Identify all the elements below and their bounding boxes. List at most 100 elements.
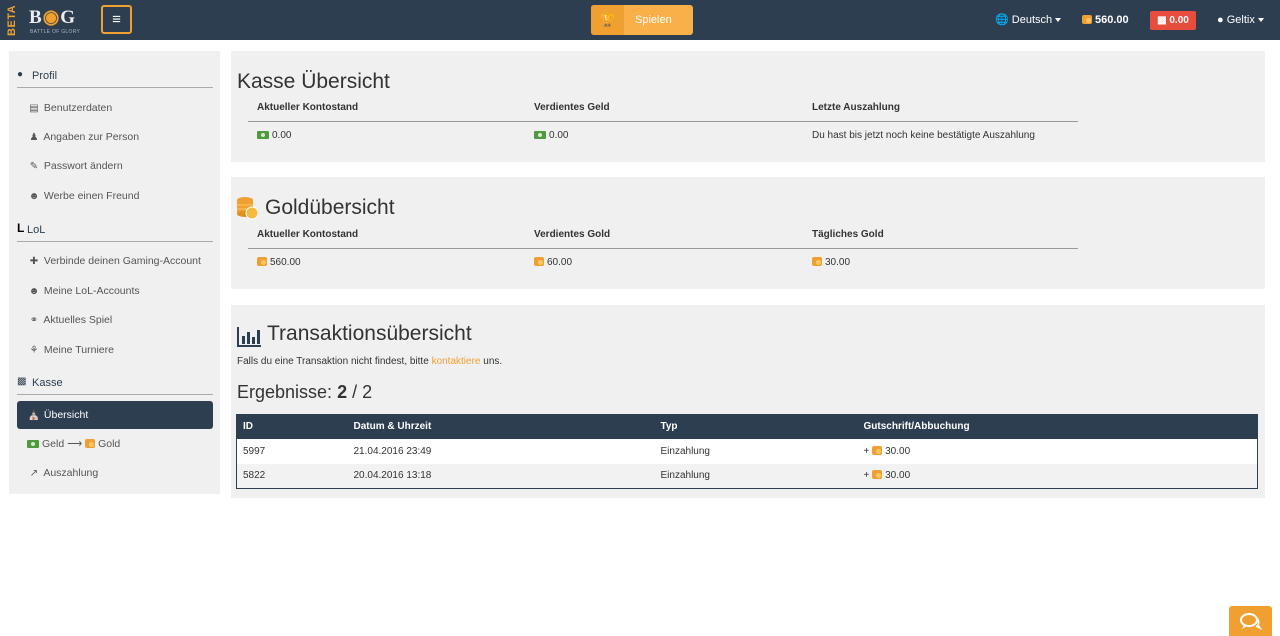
column-header-id[interactable]: ID (236, 414, 348, 439)
logo-subtitle: BATTLE OF GLORY (30, 29, 81, 35)
logo[interactable]: B◉G BATTLE OF GLORY (29, 4, 93, 36)
gold-balance-summary: 560.00 (257, 257, 301, 268)
coins-icon (534, 257, 544, 266)
earned-gold: 60.00 (534, 257, 572, 268)
globe-icon: 🌐 (995, 14, 1009, 26)
list-icon: ▤ (29, 103, 39, 114)
sidebar-item-label: Verbinde deinen Gaming-Account (43, 255, 201, 267)
column-header: Letzte Auszahlung (812, 102, 900, 113)
column-header-amount[interactable]: Gutschrift/Abbuchung (857, 414, 1258, 439)
coins-icon (237, 197, 258, 220)
cell-type: Einzahlung (654, 463, 858, 489)
page-title: Transaktionsübersicht (267, 322, 472, 345)
cell-id: 5822 (236, 463, 348, 489)
play-button[interactable]: 🏆 Spielen (591, 5, 693, 35)
contact-note: Falls du eine Transaktion nicht findest,… (237, 356, 502, 367)
column-header: Aktueller Kontostand (257, 102, 359, 113)
gold-balance[interactable]: 560.00 (1082, 0, 1129, 40)
sidebar-item-turniere[interactable]: ⚘ Meine Turniere (17, 338, 213, 362)
sidebar-section-lol: L LoL (17, 220, 213, 242)
sidebar-item-label: Aktuelles Spiel (43, 314, 113, 326)
column-header-date[interactable]: Datum & Uhrzeit (347, 414, 655, 439)
sidebar-section-kasse: ▩ Kasse (17, 373, 213, 395)
language-dropdown[interactable]: 🌐 Deutsch (995, 0, 1062, 40)
person-icon: ♟ (29, 132, 39, 143)
sidebar-item-angaben[interactable]: ♟ Angaben zur Person (17, 125, 213, 149)
sidebar-item-lol-accounts[interactable]: ☻ Meine LoL-Accounts (17, 279, 213, 303)
money-balance[interactable]: ▩ 0.00 (1150, 11, 1196, 30)
bank-icon: ⛪ (27, 410, 41, 421)
arrow-right-icon: ⟶ (67, 438, 83, 450)
cell-amount: + 30.00 (857, 463, 1258, 489)
user-dropdown[interactable]: ● Geltix (1217, 0, 1264, 40)
sidebar-item-label: Werbe einen Freund (43, 190, 140, 202)
cash-register-icon: ▩ (17, 376, 27, 387)
coins-icon (872, 470, 883, 480)
sidebar-item-werbe[interactable]: ☻ Werbe einen Freund (17, 184, 213, 208)
cash-icon (534, 131, 546, 139)
sidebar-item-aktuelles-spiel[interactable]: ⚭ Aktuelles Spiel (17, 308, 213, 332)
edit-icon: ✎ (29, 161, 39, 172)
sidebar-item-uebersicht[interactable]: ⛪ Übersicht (17, 401, 213, 429)
sidebar-item-auszahlung[interactable]: ↗ Auszahlung (17, 461, 213, 485)
results-total: / 2 (352, 382, 373, 402)
table-row: 5997 21.04.2016 23:49 Einzahlung + 30.00 (237, 439, 1258, 464)
beta-label: BETA (6, 4, 18, 36)
sidebar: ● Profil ▤ Benutzerdaten ♟ Angaben zur P… (9, 51, 220, 494)
column-header: Verdientes Geld (534, 102, 610, 113)
plus-icon: ✚ (29, 256, 39, 267)
cell-date: 21.04.2016 23:49 (353, 445, 432, 457)
current-balance: 0.00 (257, 130, 291, 141)
contact-link[interactable]: kontaktiere (432, 356, 481, 367)
sidebar-item-label: Übersicht (43, 409, 89, 421)
coins-icon (257, 257, 267, 266)
sidebar-section-label: LoL (27, 224, 46, 236)
sidebar-item-passwort[interactable]: ✎ Passwort ändern (17, 154, 213, 178)
sidebar-item-label: Gold (98, 438, 121, 450)
cell-type: Einzahlung (660, 445, 710, 457)
menu-toggle-button[interactable]: ≡ (101, 5, 132, 34)
last-payout: Du hast bis jetzt noch keine bestätigte … (812, 130, 1035, 141)
sidebar-item-geld-gold[interactable]: Geld ⟶ Gold (17, 432, 213, 456)
cash-icon (27, 440, 39, 448)
table-header-row: ID Datum & Uhrzeit Typ Gutschrift/Abbuch… (236, 414, 1258, 439)
transactions-panel: Transaktionsübersicht Falls du eine Tran… (231, 305, 1265, 498)
kasse-overview-panel: Kasse Übersicht Aktueller Kontostand Ver… (231, 51, 1265, 162)
page-title: Kasse Übersicht (237, 70, 390, 93)
gold-balance-value: 560.00 (1095, 14, 1129, 26)
user-icon: ● (1217, 14, 1224, 26)
transactions-table: ID Datum & Uhrzeit Typ Gutschrift/Abbuch… (236, 414, 1258, 489)
sidebar-item-label: Angaben zur Person (43, 131, 140, 143)
l-icon: L (17, 221, 25, 235)
sidebar-item-label: Geld (42, 438, 65, 450)
divider (248, 121, 1078, 122)
earned-gold-value: 60.00 (547, 257, 573, 268)
table-row: 5822 20.04.2016 13:18 Einzahlung + 30.00 (236, 463, 1258, 489)
coins-icon (1082, 15, 1092, 24)
sidebar-item-label: Passwort ändern (43, 160, 123, 172)
money-balance-value: 0.00 (1169, 15, 1189, 26)
gamepad-icon: ⚭ (29, 315, 39, 326)
sidebar-section-label: Profil (32, 70, 58, 82)
username: Geltix (1226, 14, 1255, 26)
language-label: Deutsch (1011, 14, 1053, 26)
sidebar-section-label: Kasse (32, 377, 63, 389)
trophy-icon: 🏆 (591, 5, 624, 35)
sidebar-item-label: Benutzerdaten (43, 102, 113, 114)
amount-sign: + (863, 445, 870, 457)
sidebar-item-verbinde[interactable]: ✚ Verbinde deinen Gaming-Account (17, 249, 213, 273)
cell-amount: + 30.00 (858, 439, 1258, 464)
caret-down-icon (1257, 18, 1264, 23)
caret-down-icon (1055, 18, 1062, 23)
column-header-type[interactable]: Typ (654, 414, 858, 439)
sidebar-item-label: Auszahlung (43, 467, 99, 479)
balance-value: 0.00 (272, 130, 292, 141)
sidebar-item-label: Meine Turniere (43, 344, 114, 356)
amount-value: 30.00 (885, 445, 911, 457)
play-button-label: Spielen (635, 14, 672, 26)
sidebar-item-benutzerdaten[interactable]: ▤ Benutzerdaten (17, 96, 213, 120)
logo-wordmark: B◉G (29, 6, 76, 29)
chat-button[interactable] (1229, 606, 1272, 636)
amount-sign: + (863, 470, 870, 482)
coins-icon (85, 439, 96, 448)
